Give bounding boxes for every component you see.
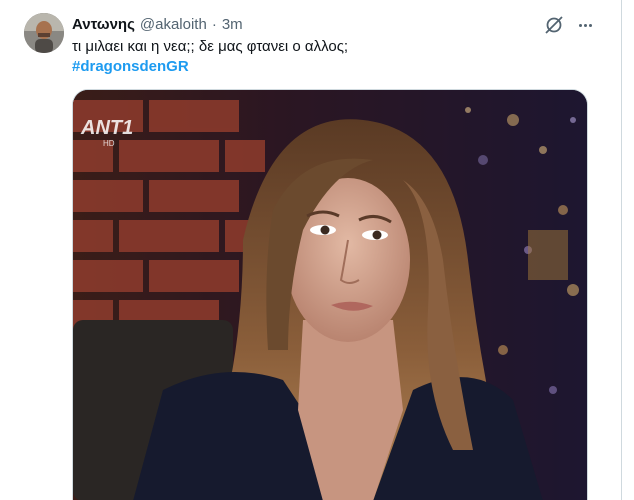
author-handle[interactable]: @akaloith bbox=[140, 16, 207, 33]
separator-dot: · bbox=[211, 15, 217, 33]
more-options-icon[interactable] bbox=[574, 14, 596, 36]
hashtag-link[interactable]: #dragonsdenGR bbox=[72, 57, 189, 77]
tweet-header: Αντωνης @akaloith · 3m bbox=[72, 14, 243, 34]
channel-logo: ANT1 bbox=[80, 117, 133, 139]
grok-icon[interactable] bbox=[543, 14, 565, 36]
tweet-card[interactable]: Αντωνης @akaloith · 3m τι μιλαει και η ν… bbox=[0, 0, 634, 500]
timestamp[interactable]: 3m bbox=[222, 16, 243, 33]
tweet-text: τι μιλαει και η νεα;; δε μας φτανει ο αλ… bbox=[72, 38, 349, 55]
avatar[interactable] bbox=[24, 13, 64, 53]
divider bbox=[621, 0, 622, 500]
author-name[interactable]: Αντωνης bbox=[72, 16, 135, 33]
tweet-media-image[interactable]: ANT1 HD bbox=[72, 89, 588, 500]
channel-logo-sub: HD bbox=[103, 139, 115, 148]
